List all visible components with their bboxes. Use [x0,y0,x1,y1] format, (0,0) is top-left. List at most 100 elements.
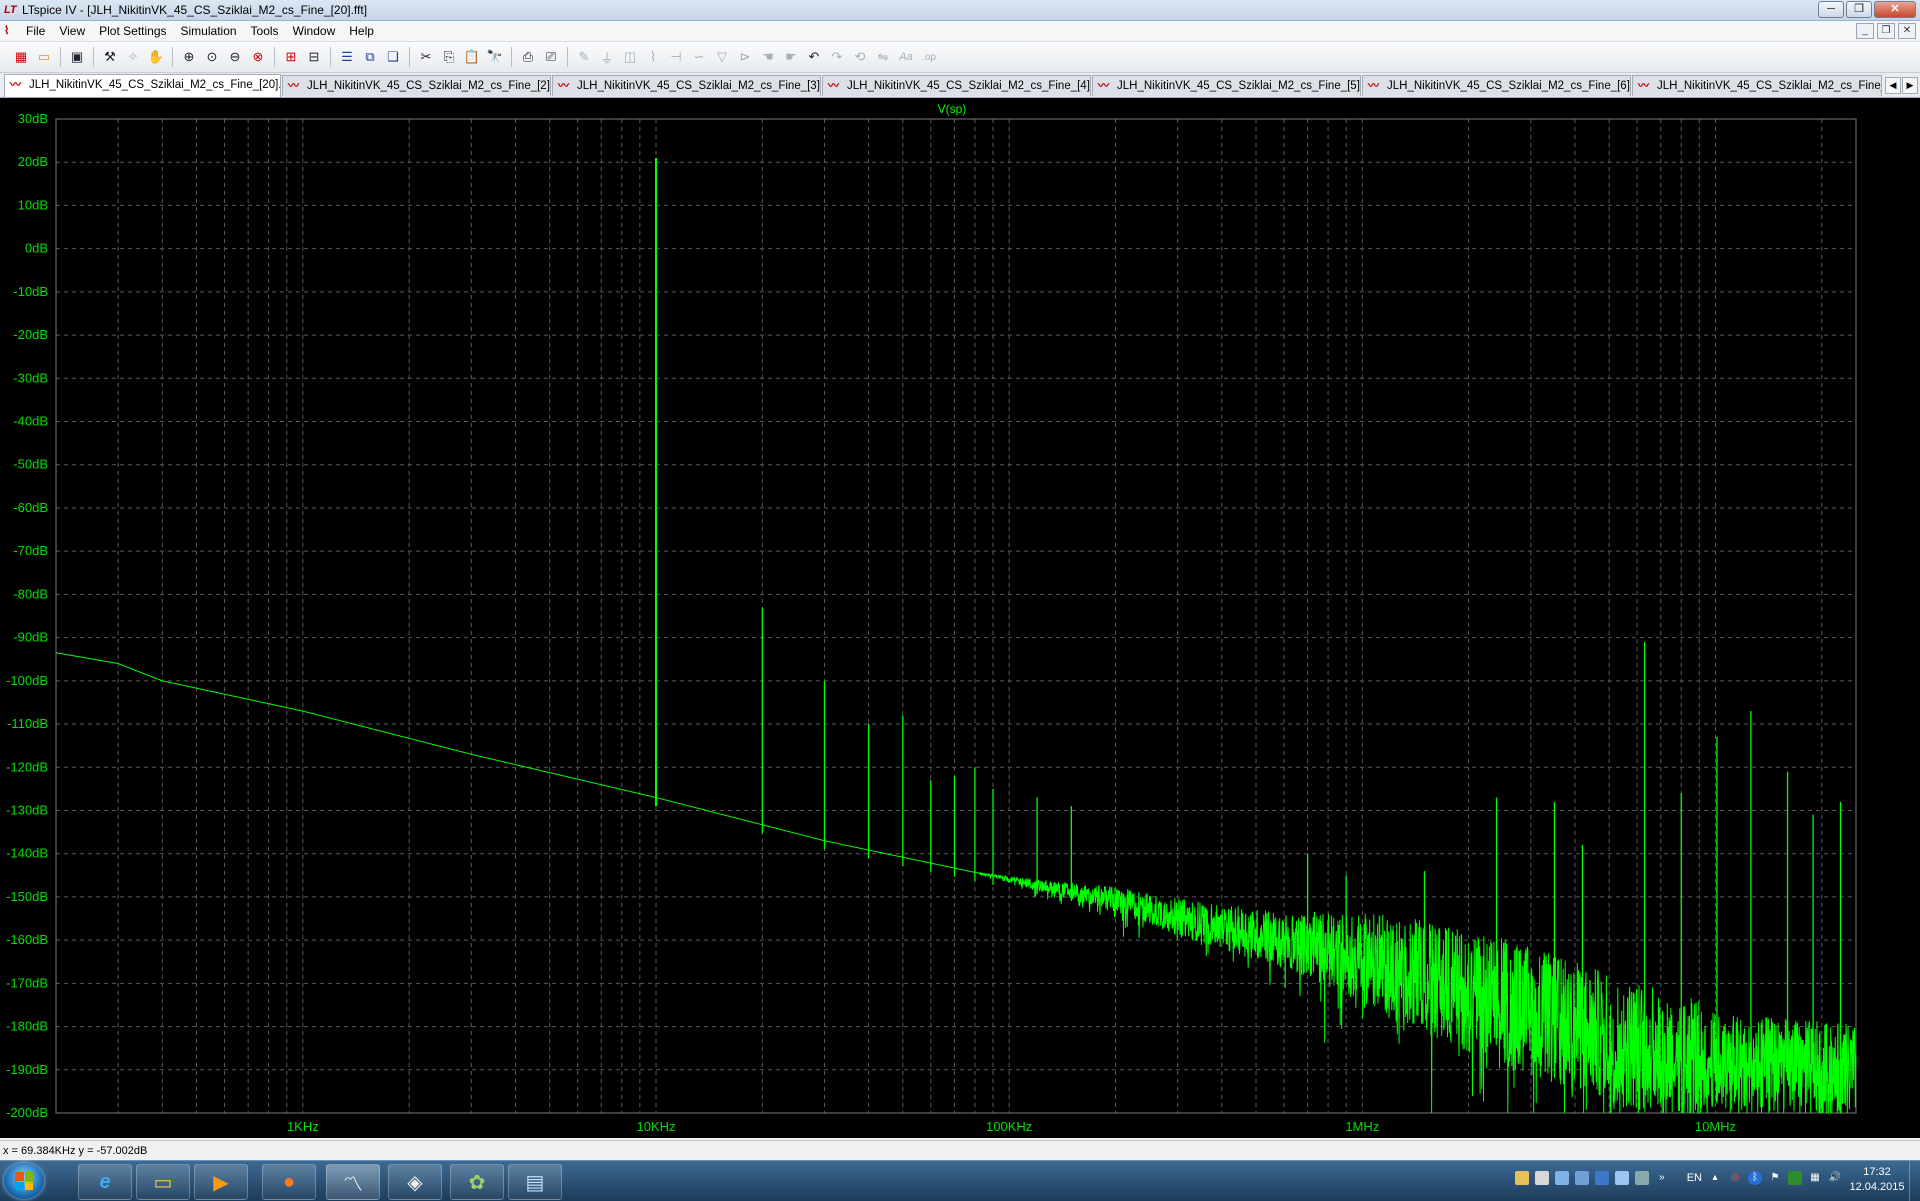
zoom-area-icon[interactable]: ⊙ [201,46,223,68]
window-icon[interactable]: ▤ [508,1164,562,1200]
system-clock[interactable]: 17:32 12.04.2015 [1846,1165,1908,1195]
new-schematic-icon[interactable]: ▦ [10,46,32,68]
tray-app-icon[interactable] [1594,1171,1609,1185]
undo-icon[interactable]: ↶ [803,46,825,68]
paint-icon[interactable]: ✿ [450,1164,504,1200]
x-tick-label: 1MHz [1345,1119,1379,1134]
menu-help[interactable]: Help [349,24,374,38]
print-icon[interactable]: ⎙ [517,46,539,68]
maximize-button[interactable]: ❐ [1846,1,1872,18]
zoom-in-icon[interactable]: ⊕ [178,46,200,68]
component-icon[interactable]: ⊳ [734,46,756,68]
redo-icon[interactable]: ↷ [826,46,848,68]
tile-vertical-icon[interactable]: ⧉ [359,46,381,68]
system-tray: » EN ▴ ◎ ᛒ ⚑ ▦ 🔊 [1514,1171,1842,1185]
paste-icon[interactable]: 📋 [461,46,483,68]
mirror-icon[interactable]: ⇋ [872,46,894,68]
tray-network-icon[interactable] [1574,1171,1589,1185]
menu-plot-settings[interactable]: Plot Settings [99,24,166,38]
ltspice-icon[interactable]: 〽 [326,1164,380,1200]
tab-fft-20[interactable]: 〰 JLH_NikitinVK_45_CS_Sziklai_M2_cs_Fine_… [4,74,281,97]
run-icon[interactable]: ✧ [122,46,144,68]
plot-frame [55,118,1857,1114]
mdi-close-button[interactable]: ✕ [1898,23,1916,39]
text-icon[interactable]: Aa [895,46,917,68]
volume-icon[interactable]: 🔊 [1828,1171,1842,1185]
trace-v-sp [55,652,1857,1115]
menu-window[interactable]: Window [293,24,336,38]
drag-icon[interactable]: ☛ [780,46,802,68]
wire-icon[interactable]: ✎ [573,46,595,68]
move-icon[interactable]: ☚ [757,46,779,68]
tab-fft-2[interactable]: 〰 JLH_NikitinVK_45_CS_Sziklai_M2_cs_Fine_… [282,75,551,96]
firefox-icon[interactable]: ● [262,1164,316,1200]
tray-folder-icon[interactable] [1514,1171,1529,1185]
status-bar: x = 69.384KHz y = -57.002dB [0,1140,1920,1161]
cascade-icon[interactable]: ❏ [382,46,404,68]
rotate-icon[interactable]: ⟲ [849,46,871,68]
open-icon[interactable]: ▭ [33,46,55,68]
menu-view[interactable]: View [59,24,85,38]
halt-icon[interactable]: ✋ [145,46,167,68]
print-preview-icon[interactable]: ⎚ [540,46,562,68]
foobar-icon[interactable]: ◈ [388,1164,442,1200]
tray-window-icon[interactable] [1614,1171,1629,1185]
y-tick-label: 20dB [18,154,48,169]
tray-docs-icon[interactable] [1534,1171,1549,1185]
tray-settings-icon[interactable] [1634,1171,1649,1185]
y-tick-label: -70dB [13,543,48,558]
window-controls: ─ ❐ ✕ [1818,1,1916,18]
grid-icon[interactable]: ⊟ [303,46,325,68]
y-tick-label: -90dB [13,630,48,645]
find-icon[interactable]: 🔭 [484,46,506,68]
document-icon[interactable]: ⌇ [4,24,18,38]
tray-battery-icon[interactable] [1788,1171,1802,1185]
menu-tools[interactable]: Tools [251,24,279,38]
fft-chart[interactable]: 30dB 20dB 10dB 0dB -10dB -20dB -30dB -40dB -50dB… [0,98,1920,1138]
autorange-icon[interactable]: ⊞ [280,46,302,68]
tray-more-icon[interactable]: » [1655,1171,1669,1185]
tab-fft-5[interactable]: 〰 JLH_NikitinVK_45_CS_Sziklai_M2_cs_Fine_… [1092,75,1361,96]
tab-fft-6[interactable]: 〰 JLH_NikitinVK_45_CS_Sziklai_M2_cs_Fine_… [1362,75,1631,96]
cut-icon[interactable]: ✂ [415,46,437,68]
explorer-icon[interactable]: ▭ [136,1164,190,1200]
tab-scroll-right-icon[interactable]: ▶ [1902,77,1918,94]
tray-flag-icon[interactable]: ⚑ [1768,1171,1782,1185]
tile-horizontal-icon[interactable]: ☰ [336,46,358,68]
tab-scroll-left-icon[interactable]: ◀ [1885,77,1901,94]
zoom-fit-icon[interactable]: ⊗ [247,46,269,68]
minimize-button[interactable]: ─ [1818,1,1844,18]
close-button[interactable]: ✕ [1874,1,1916,18]
spice-directive-icon[interactable]: .op [918,46,940,68]
label-icon[interactable]: ◫ [619,46,641,68]
tab-fft-3[interactable]: 〰 JLH_NikitinVK_45_CS_Sziklai_M2_cs_Fine_… [552,75,821,96]
tab-fft-4[interactable]: 〰 JLH_NikitinVK_45_CS_Sziklai_M2_cs_Fine_… [822,75,1091,96]
menu-simulation[interactable]: Simulation [181,24,237,38]
y-tick-label: 30dB [18,111,48,126]
tray-antivirus-icon[interactable]: ◎ [1728,1171,1742,1185]
waveform-plot-pane[interactable]: 30dB 20dB 10dB 0dB -10dB -20dB -30dB -40dB -50dB… [0,98,1920,1138]
y-tick-label: -100dB [6,673,48,688]
show-desktop-button[interactable] [1909,1161,1920,1201]
capacitor-icon[interactable]: ⊣ [665,46,687,68]
tab-fft-7[interactable]: 〰JLH_NikitinVK_45_CS_Sziklai_M2_cs_Fine_… [1632,75,1882,96]
mdi-restore-button[interactable]: ❐ [1877,23,1895,39]
menu-file[interactable]: File [26,24,45,38]
copy-icon[interactable]: ⎘ [438,46,460,68]
tray-bluetooth-icon[interactable]: ᛒ [1748,1171,1762,1185]
resistor-icon[interactable]: ⌇ [642,46,664,68]
diode-icon[interactable]: ▽ [711,46,733,68]
control-panel-icon[interactable]: ⚒ [99,46,121,68]
mdi-minimize-button[interactable]: _ [1856,23,1874,39]
start-button[interactable] [4,1163,44,1199]
language-indicator[interactable]: EN [1687,1172,1702,1184]
tray-expand-icon[interactable]: ▴ [1708,1171,1722,1185]
ground-icon[interactable]: ⏚ [596,46,618,68]
inductor-icon[interactable]: ∽ [688,46,710,68]
ie-icon[interactable]: e [78,1164,132,1200]
tray-monitor-icon[interactable] [1554,1171,1569,1185]
save-icon[interactable]: ▣ [66,46,88,68]
zoom-out-icon[interactable]: ⊖ [224,46,246,68]
media-player-icon[interactable]: ▶ [194,1164,248,1200]
tray-network-status-icon[interactable]: ▦ [1808,1171,1822,1185]
